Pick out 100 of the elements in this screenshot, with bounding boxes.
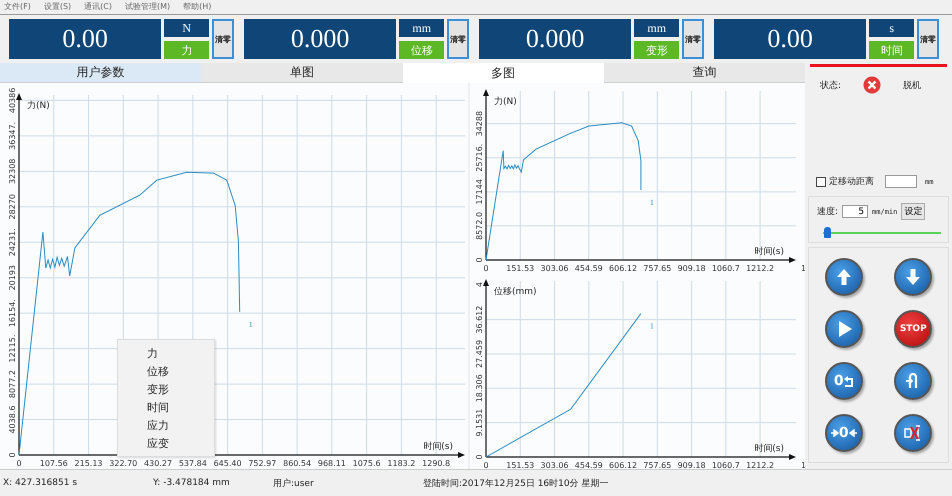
- tab[interactable]: 单图: [201, 63, 402, 84]
- tab[interactable]: 用户参数: [0, 63, 202, 84]
- axis-tick-label: 20193: [8, 265, 17, 291]
- unit-label: mm: [634, 19, 680, 38]
- menu-item[interactable]: 帮助(H): [183, 1, 212, 12]
- menu-item[interactable]: 应力: [118, 416, 214, 434]
- speed-field[interactable]: 5: [842, 205, 868, 218]
- menu-item[interactable]: 试验管理(M): [125, 1, 170, 12]
- axis-tick-label: 28270: [8, 194, 17, 220]
- menu-item[interactable]: 变形: [118, 380, 214, 398]
- axis-tick-label: 107.56: [40, 459, 68, 468]
- unit-label: N: [164, 19, 210, 38]
- axis-tick-label: 0: [8, 452, 17, 458]
- axis-tick-label: 27.459: [475, 340, 484, 368]
- axis-tick-label: 1183.2: [387, 459, 416, 468]
- axis-tick-label: 215.13: [74, 459, 103, 468]
- menu-item[interactable]: 时间: [118, 398, 214, 416]
- axis-title: 时间(s): [754, 247, 784, 258]
- axis-tick-label: 537.84: [178, 459, 207, 468]
- axis-tick-label: 9.1531: [475, 408, 484, 437]
- axis-tick-label: 8077.2: [8, 370, 17, 398]
- move-up-button[interactable]: [824, 258, 863, 296]
- axis-tick-label: 645.40: [214, 459, 242, 468]
- slider-thumb[interactable]: [824, 227, 832, 238]
- axis-tick-label: 8572.0: [475, 212, 484, 240]
- axis-tick-label: 0: [16, 459, 22, 468]
- menu-item[interactable]: 位移: [118, 362, 214, 380]
- menu-item[interactable]: 文件(F): [4, 1, 31, 12]
- axis-tick-label: 752.97: [248, 459, 276, 468]
- axis-tick-label: 454.59: [574, 264, 603, 274]
- readout-display: 0.00: [714, 19, 866, 60]
- axis-tick-label: 18.306: [475, 374, 484, 403]
- axis-tick-label: 1060.7: [712, 264, 740, 274]
- tab[interactable]: 查询: [604, 63, 805, 84]
- axis-tick-label: 322.70: [109, 459, 138, 468]
- arrow-left-icon: [848, 429, 857, 438]
- series-label: 1: [650, 322, 654, 331]
- zero-button[interactable]: 清零: [212, 19, 234, 60]
- checkbox[interactable]: [816, 176, 826, 187]
- set-button[interactable]: 设定: [901, 203, 926, 220]
- start-button[interactable]: [824, 310, 863, 348]
- axis-tick-label: 17144: [475, 179, 484, 205]
- axis-tick-label: 36347.: [8, 122, 17, 150]
- axis-tick-label: 16154.: [8, 299, 17, 328]
- stop-button[interactable]: STOP: [894, 310, 932, 348]
- zero-button[interactable]: 清零: [917, 19, 939, 60]
- axis-tick-label: 1: [801, 264, 805, 274]
- axis-tick-label: 12115.: [8, 334, 17, 363]
- readout-display: 0.000: [479, 19, 632, 60]
- status-text: X: 427.316851 s: [3, 478, 78, 488]
- axis-tick-label: 430.27: [144, 459, 172, 468]
- readout-display: 0.00: [9, 19, 162, 60]
- tab[interactable]: 多图: [402, 63, 604, 84]
- axis-tick-label: 606.12: [609, 264, 638, 274]
- axis-tick-label: 909.18: [678, 264, 706, 274]
- menu-item[interactable]: 力: [118, 344, 214, 362]
- axis-tick-label: 24231.: [8, 228, 17, 257]
- status-label: 状态:: [820, 80, 842, 92]
- axis-title: 位移(mm): [494, 287, 537, 298]
- axis-title: 力(N): [27, 101, 50, 112]
- axis-title: 时间(s): [423, 442, 453, 452]
- axis-tick-label: 0: [475, 454, 484, 460]
- distance-field[interactable]: [885, 175, 917, 188]
- menu-item[interactable]: 设置(S): [44, 1, 72, 12]
- axis-tick-label: 4038.6: [8, 406, 17, 434]
- axis-tick-label: 968.11: [318, 459, 346, 468]
- error-icon: [863, 76, 882, 94]
- series-label: 1: [650, 198, 654, 208]
- checkbox-label: 定移动距离: [829, 176, 874, 188]
- move-down-button[interactable]: [894, 258, 932, 296]
- axis-tick-label: 1: [801, 461, 805, 470]
- axis-tick-label: 303.06: [540, 461, 569, 470]
- channel-label: 时间: [869, 41, 914, 60]
- status-text: 登陆时间:2017年12月25日 16时10分 星期一: [423, 478, 610, 490]
- readout-display: 0.000: [244, 19, 396, 60]
- axis-tick-label: 32308: [8, 158, 17, 184]
- axis-tick-label: 303.06: [540, 264, 569, 274]
- series-label: 1: [248, 320, 253, 330]
- axis-tick-label: 757.65: [643, 264, 672, 274]
- zero-button[interactable]: 清零: [682, 19, 704, 60]
- zero-button[interactable]: 清零: [447, 19, 469, 60]
- axis-tick-label: 36.612: [475, 306, 484, 334]
- unit-label: mm: [399, 19, 444, 38]
- clear-button[interactable]: [894, 414, 932, 452]
- axis-tick-label: 151.53: [506, 461, 534, 470]
- axis-tick-label: 757.65: [643, 461, 672, 470]
- menu-item[interactable]: 应变: [118, 434, 214, 452]
- channel-label: 变形: [634, 41, 680, 60]
- axis-title: 力(N): [494, 97, 517, 108]
- menu-item[interactable]: 通讯(C): [84, 1, 112, 12]
- axis-tick-label: 34288: [475, 111, 484, 137]
- status-value: 脱机: [903, 80, 922, 92]
- unit-label: s: [869, 19, 914, 38]
- loop-button[interactable]: [894, 362, 932, 400]
- axis-tick-label: 0: [475, 258, 484, 263]
- return-arrow-icon: [844, 374, 854, 388]
- axis-title: 时间(s): [754, 444, 784, 454]
- axis-tick-label: 0: [483, 461, 489, 470]
- axis-tick-label: 1290.8: [422, 459, 450, 468]
- channel-label: 位移: [399, 41, 444, 60]
